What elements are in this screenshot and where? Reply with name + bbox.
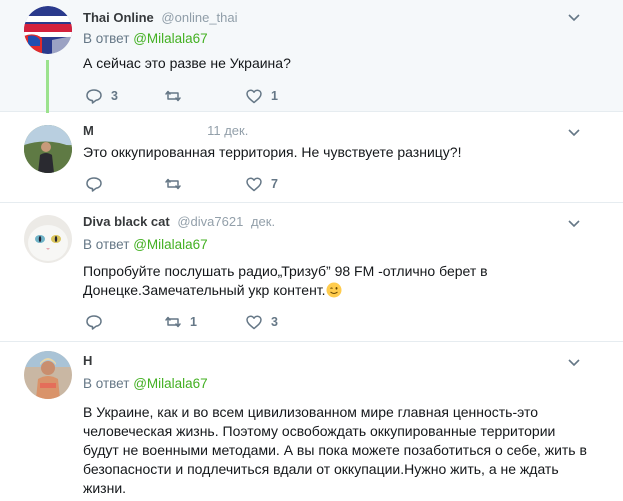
author-name[interactable]: Diva black cat	[83, 214, 170, 229]
avatar-woman-beach[interactable]	[24, 351, 72, 399]
reply-icon	[86, 177, 102, 192]
chevron-down-icon[interactable]	[567, 125, 581, 139]
redaction	[99, 127, 200, 137]
retweet-button[interactable]	[164, 86, 190, 106]
like-count: 1	[271, 89, 278, 103]
tweet-header[interactable]: Diva black cat @diva7621 дек.	[83, 214, 275, 230]
tweet-3[interactable]: Diva black cat @diva7621 дек. В ответ @M…	[0, 204, 623, 342]
retweet-button[interactable]	[164, 174, 190, 194]
author-handle[interactable]: @online_thai	[161, 10, 237, 25]
tweet-text-line: Донецке.Замечательный укр контент.	[83, 282, 326, 298]
tweet-header[interactable]: Thai Online @online_thai	[83, 10, 238, 26]
reply-button[interactable]	[85, 312, 111, 332]
reply-button[interactable]	[85, 174, 111, 194]
author-name[interactable]: Н	[83, 353, 92, 368]
tweet-text: Это оккупированная территория. Не чувств…	[83, 144, 462, 160]
avatar-flags[interactable]	[24, 6, 72, 54]
retweet-icon	[165, 90, 181, 102]
reply-label: В ответ	[83, 237, 130, 252]
tweet-text-line: В Украине, как и во всем цивилизованном …	[83, 404, 538, 420]
heart-icon	[246, 177, 262, 192]
reply-context: В ответ @Milalala67	[83, 31, 208, 46]
tweet-actions: 7	[83, 174, 323, 194]
thread-connector	[46, 60, 49, 116]
retweet-icon	[165, 178, 181, 190]
reply-count: 3	[111, 89, 118, 103]
tweet-2[interactable]: М 11 дек. Это оккупированная территория.…	[0, 113, 623, 203]
tweet-actions: 1 3	[83, 312, 323, 332]
tweet-text: Попробуйте послушать радио„Тризуб” 98 FM…	[83, 262, 583, 300]
avatar-white-cat[interactable]	[24, 215, 72, 263]
author-name[interactable]: М	[83, 123, 94, 138]
author-handle[interactable]: @diva7621	[177, 214, 243, 229]
tweet-text-line: безопасности и подлечиться вдали от окку…	[83, 461, 559, 477]
tweet-text: А сейчас это разве не Украина?	[83, 55, 291, 71]
chevron-down-icon[interactable]	[567, 355, 581, 369]
retweet-icon	[165, 316, 181, 328]
like-button[interactable]: 7	[245, 174, 278, 194]
redaction	[98, 357, 179, 367]
reply-mention-link[interactable]: @Milalala67	[133, 237, 208, 252]
tweet-1[interactable]: Thai Online @online_thai В ответ @Milala…	[0, 0, 623, 116]
reply-label: В ответ	[83, 31, 130, 46]
retweet-count: 1	[190, 315, 197, 329]
reply-icon	[86, 89, 102, 104]
reply-mention-link[interactable]: @Milalala67	[133, 376, 208, 391]
heart-icon	[246, 89, 262, 104]
tweet-text: В Украине, как и во всем цивилизованном …	[83, 403, 593, 498]
tweet-text-line: жизни.	[83, 480, 127, 496]
tweet-header[interactable]: М 11 дек.	[83, 123, 248, 139]
tweet-header[interactable]: Н	[83, 353, 179, 369]
tweet-time[interactable]: 11 дек.	[207, 123, 248, 138]
tweet-actions: 3 1	[83, 86, 323, 106]
tweet-4[interactable]: Н В ответ @Milalala67 В Украине, как и в…	[0, 343, 623, 501]
retweet-button[interactable]: 1	[164, 312, 197, 332]
like-count: 3	[271, 315, 278, 329]
tweet-text-line: Попробуйте послушать радио„Тризуб” 98 FM…	[83, 263, 488, 279]
tweet-text-line: человеческая жизнь. Поэтому освобождать …	[83, 423, 556, 439]
tweet-time[interactable]: дек.	[251, 214, 275, 229]
winking-face-icon	[326, 282, 342, 298]
reply-label: В ответ	[83, 376, 130, 391]
reply-mention-link[interactable]: @Milalala67	[133, 31, 208, 46]
chevron-down-icon[interactable]	[567, 216, 581, 230]
reply-icon	[86, 315, 102, 330]
reply-context: В ответ @Milalala67	[83, 376, 208, 391]
avatar-person-outdoor[interactable]	[24, 125, 72, 173]
like-count: 7	[271, 177, 278, 191]
reply-context: В ответ @Milalala67	[83, 237, 208, 252]
reply-button[interactable]: 3	[85, 86, 118, 106]
tweet-text-line: будут не военными методами. А вы пока мо…	[83, 442, 587, 458]
heart-icon	[246, 315, 262, 330]
like-button[interactable]: 3	[245, 312, 278, 332]
author-name[interactable]: Thai Online	[83, 10, 154, 25]
like-button[interactable]: 1	[245, 86, 278, 106]
chevron-down-icon[interactable]	[567, 10, 581, 24]
